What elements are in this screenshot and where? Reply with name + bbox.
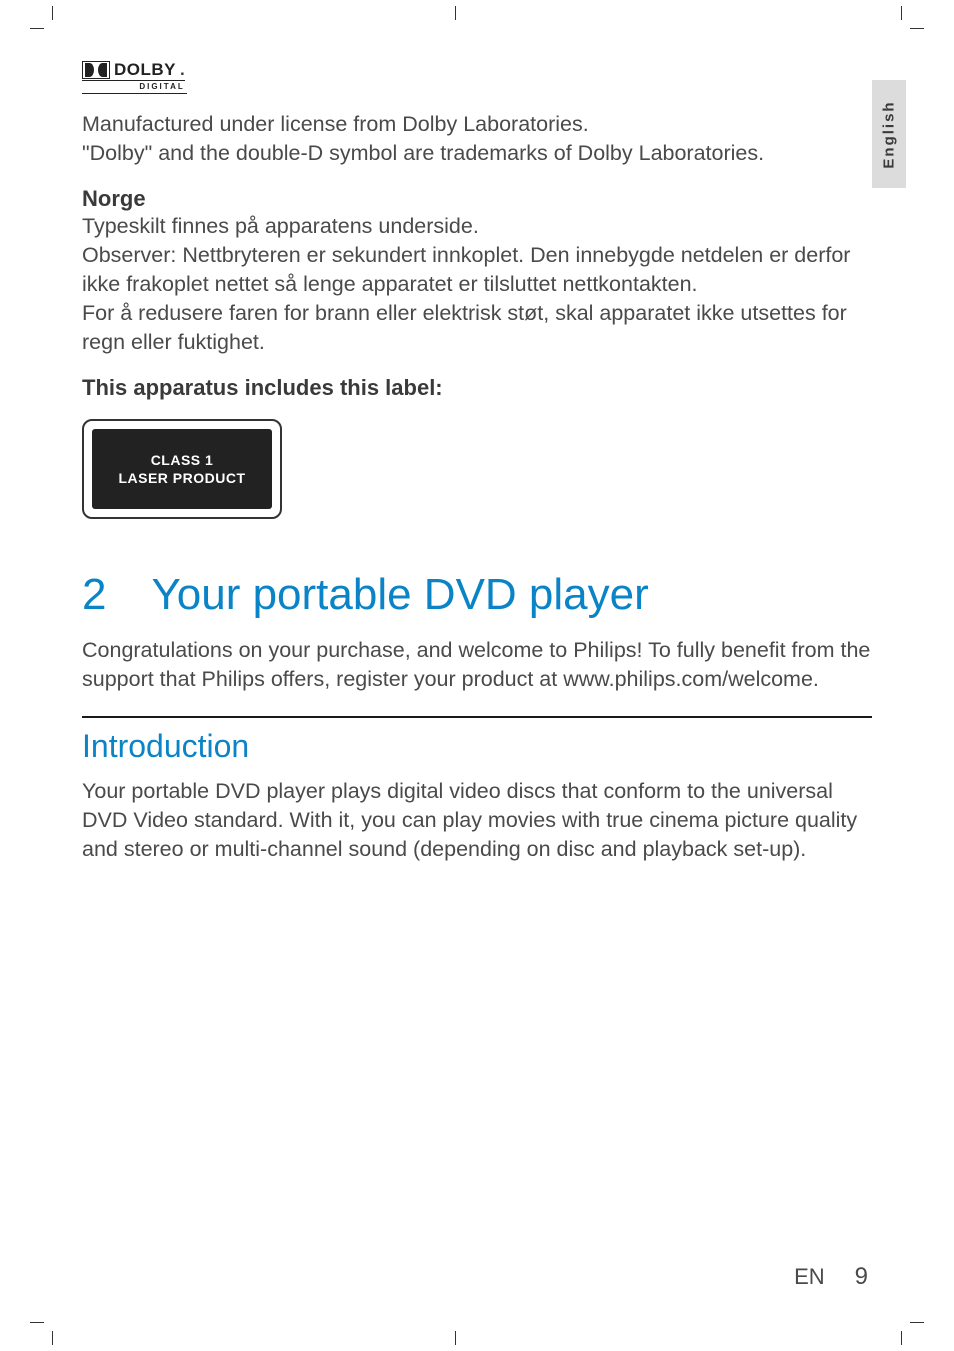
crop-mark bbox=[910, 1322, 924, 1323]
crop-mark bbox=[52, 1331, 53, 1345]
page-footer: EN 9 bbox=[794, 1263, 868, 1291]
dolby-digital-text: DIGITAL bbox=[82, 80, 185, 91]
crop-mark bbox=[52, 6, 53, 20]
dolby-license-text: Manufactured under license from Dolby La… bbox=[82, 110, 872, 168]
crop-mark bbox=[30, 1322, 44, 1323]
language-tab-label: English bbox=[881, 100, 898, 168]
crop-mark bbox=[901, 1331, 902, 1345]
crop-mark bbox=[30, 28, 44, 29]
page-content: English DOLBY. DIGITAL Manufactured unde… bbox=[82, 60, 872, 1291]
crop-mark bbox=[910, 28, 924, 29]
introduction-body: Your portable DVD player plays digital v… bbox=[82, 777, 872, 864]
chapter-body: Congratulations on your purchase, and we… bbox=[82, 636, 872, 694]
language-tab: English bbox=[872, 80, 906, 188]
laser-label-badge: CLASS 1 LASER PRODUCT bbox=[82, 419, 282, 519]
introduction-heading: Introduction bbox=[82, 728, 872, 765]
chapter-title: Your portable DVD player bbox=[151, 570, 648, 619]
norge-heading: Norge bbox=[82, 186, 872, 212]
crop-mark bbox=[455, 6, 456, 20]
dolby-brand-text: DOLBY bbox=[114, 60, 176, 80]
norge-body: Typeskilt finnes på apparatens underside… bbox=[82, 212, 872, 357]
footer-page-number: 9 bbox=[855, 1263, 868, 1291]
dolby-logo: DOLBY. DIGITAL bbox=[82, 60, 187, 94]
laser-line1: CLASS 1 bbox=[151, 451, 214, 469]
section-rule bbox=[82, 716, 872, 718]
label-intro-heading: This apparatus includes this label: bbox=[82, 375, 872, 401]
chapter-heading: 2 Your portable DVD player bbox=[82, 571, 872, 619]
laser-line2: LASER PRODUCT bbox=[118, 469, 245, 487]
chapter-number: 2 bbox=[82, 571, 140, 619]
crop-mark bbox=[901, 6, 902, 20]
dolby-double-d-icon bbox=[82, 61, 110, 79]
footer-lang: EN bbox=[794, 1264, 825, 1290]
crop-mark bbox=[455, 1331, 456, 1345]
